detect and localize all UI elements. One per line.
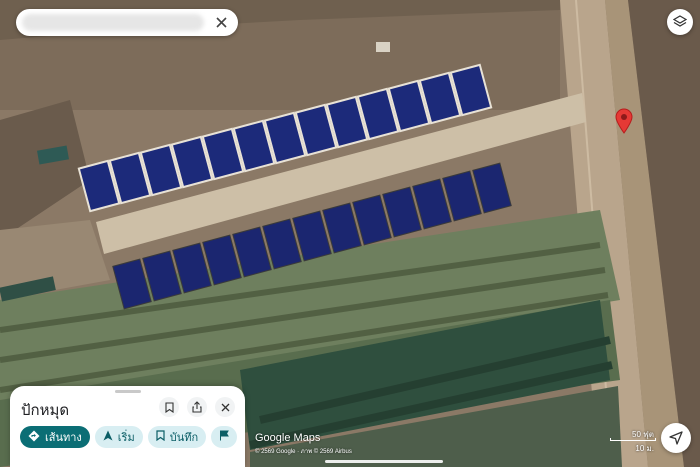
close-icon[interactable] [212,13,231,32]
location-pin-icon[interactable] [615,108,633,134]
search-bar[interactable] [16,9,238,36]
directions-button[interactable]: เส้นทาง [20,426,90,448]
scale-bar [610,438,656,441]
flag-icon [219,430,230,444]
save-button[interactable]: บันทึก [147,426,207,448]
start-button[interactable]: เริ่ม [94,426,143,448]
scale-label-meters: 10 ม. [635,444,654,453]
save-label: บันทึก [169,431,199,444]
navigate-arrow-icon [103,430,113,444]
layers-icon[interactable] [667,9,693,35]
search-query-redacted [22,14,204,31]
bookmark-icon[interactable] [159,397,179,417]
home-indicator [325,460,443,463]
bookmark-icon [156,430,165,444]
google-maps-logo: Google Maps [255,432,321,444]
map-scale: 50 ฟุต 10 ม. [610,428,656,456]
directions-label: เส้นทาง [45,431,82,444]
map-copyright[interactable]: © 2569 Google · ภาพ © 2569 Airbus [255,446,352,456]
start-label: เริ่ม [117,431,135,444]
my-location-arrow-icon[interactable] [661,423,691,453]
directions-icon [28,430,40,445]
place-title: ปักหมุด [21,401,70,419]
drag-handle[interactable] [115,390,141,393]
place-bottom-sheet[interactable]: ปักหมุด เส้นทาง เริ่ม บันทึก [10,386,245,467]
flag-button[interactable] [211,426,238,448]
share-icon[interactable] [187,397,207,417]
close-icon[interactable] [215,397,235,417]
